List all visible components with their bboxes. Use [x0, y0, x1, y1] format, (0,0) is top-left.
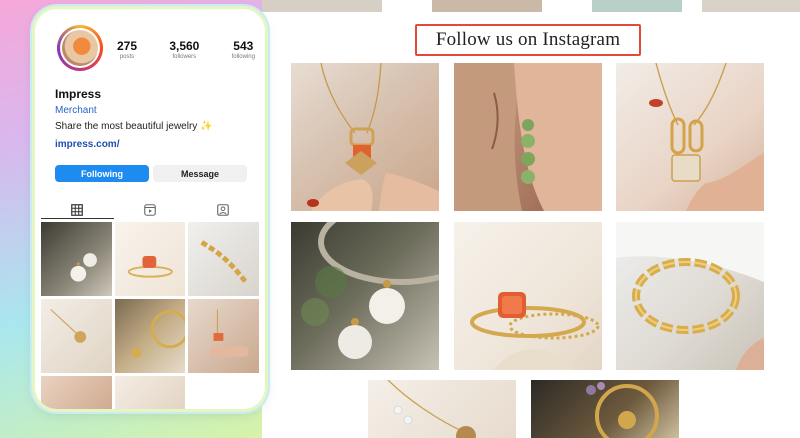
- profile-link[interactable]: impress.com/: [55, 139, 119, 150]
- instagram-photo-coin-necklace[interactable]: [368, 380, 516, 438]
- post-thumb[interactable]: [188, 376, 259, 409]
- post-thumb[interactable]: [114, 222, 186, 296]
- instagram-photo-pearl-earrings[interactable]: [291, 222, 439, 370]
- posts-count: 275: [117, 39, 138, 53]
- instagram-photo-chain-bracelet[interactable]: [616, 222, 764, 370]
- followers-label: followers: [172, 54, 197, 60]
- instagram-profile-card: 275 posts 3,560 followers 543 following …: [35, 9, 265, 409]
- profile-stats: 275 posts 3,560 followers 543 following: [117, 39, 255, 60]
- instagram-photo-stone-ring[interactable]: [454, 222, 602, 370]
- post-thumb[interactable]: [41, 376, 112, 409]
- profile-avatar[interactable]: [57, 25, 103, 71]
- stat-posts[interactable]: 275 posts: [117, 39, 137, 60]
- tab-tagged[interactable]: [186, 201, 259, 219]
- followers-count: 3,560: [169, 39, 200, 53]
- following-count: 543: [233, 39, 254, 53]
- instagram-photo-hoop-earrings[interactable]: [531, 380, 679, 438]
- post-thumb[interactable]: [114, 299, 186, 373]
- top-photo-strip: [262, 0, 800, 12]
- instagram-photo-earring-model[interactable]: [454, 63, 602, 211]
- profile-bio: Share the most beautiful jewelry ✨: [55, 121, 213, 132]
- section-title: Follow us on Instagram: [415, 24, 641, 56]
- profile-name: Impress: [55, 87, 102, 101]
- following-label: following: [231, 54, 255, 60]
- profile-category: Merchant: [55, 105, 97, 116]
- posts-label: posts: [119, 54, 135, 60]
- post-thumb[interactable]: [41, 222, 112, 296]
- post-thumb[interactable]: [188, 222, 259, 296]
- reels-icon: [144, 204, 156, 216]
- instagram-photo-padlock-necklace[interactable]: [616, 63, 764, 211]
- post-thumb[interactable]: [114, 376, 186, 409]
- instagram-photo-necklace-pendant[interactable]: [291, 63, 439, 211]
- tagged-icon: [216, 204, 229, 216]
- profile-tabs: [41, 201, 259, 219]
- message-button[interactable]: Message: [153, 165, 247, 182]
- grid-icon: [71, 203, 84, 216]
- following-button[interactable]: Following: [55, 165, 149, 182]
- profile-post-grid: [41, 222, 259, 409]
- bio-text: Share the most beautiful jewelry: [55, 121, 198, 132]
- post-thumb[interactable]: [188, 299, 259, 373]
- tab-reels[interactable]: [114, 201, 187, 219]
- post-thumb[interactable]: [41, 299, 112, 373]
- tab-posts-grid[interactable]: [41, 201, 114, 219]
- sparkle-icon: ✨: [200, 121, 213, 132]
- stat-following[interactable]: 543 following: [232, 39, 255, 60]
- stat-followers[interactable]: 3,560 followers: [169, 39, 199, 60]
